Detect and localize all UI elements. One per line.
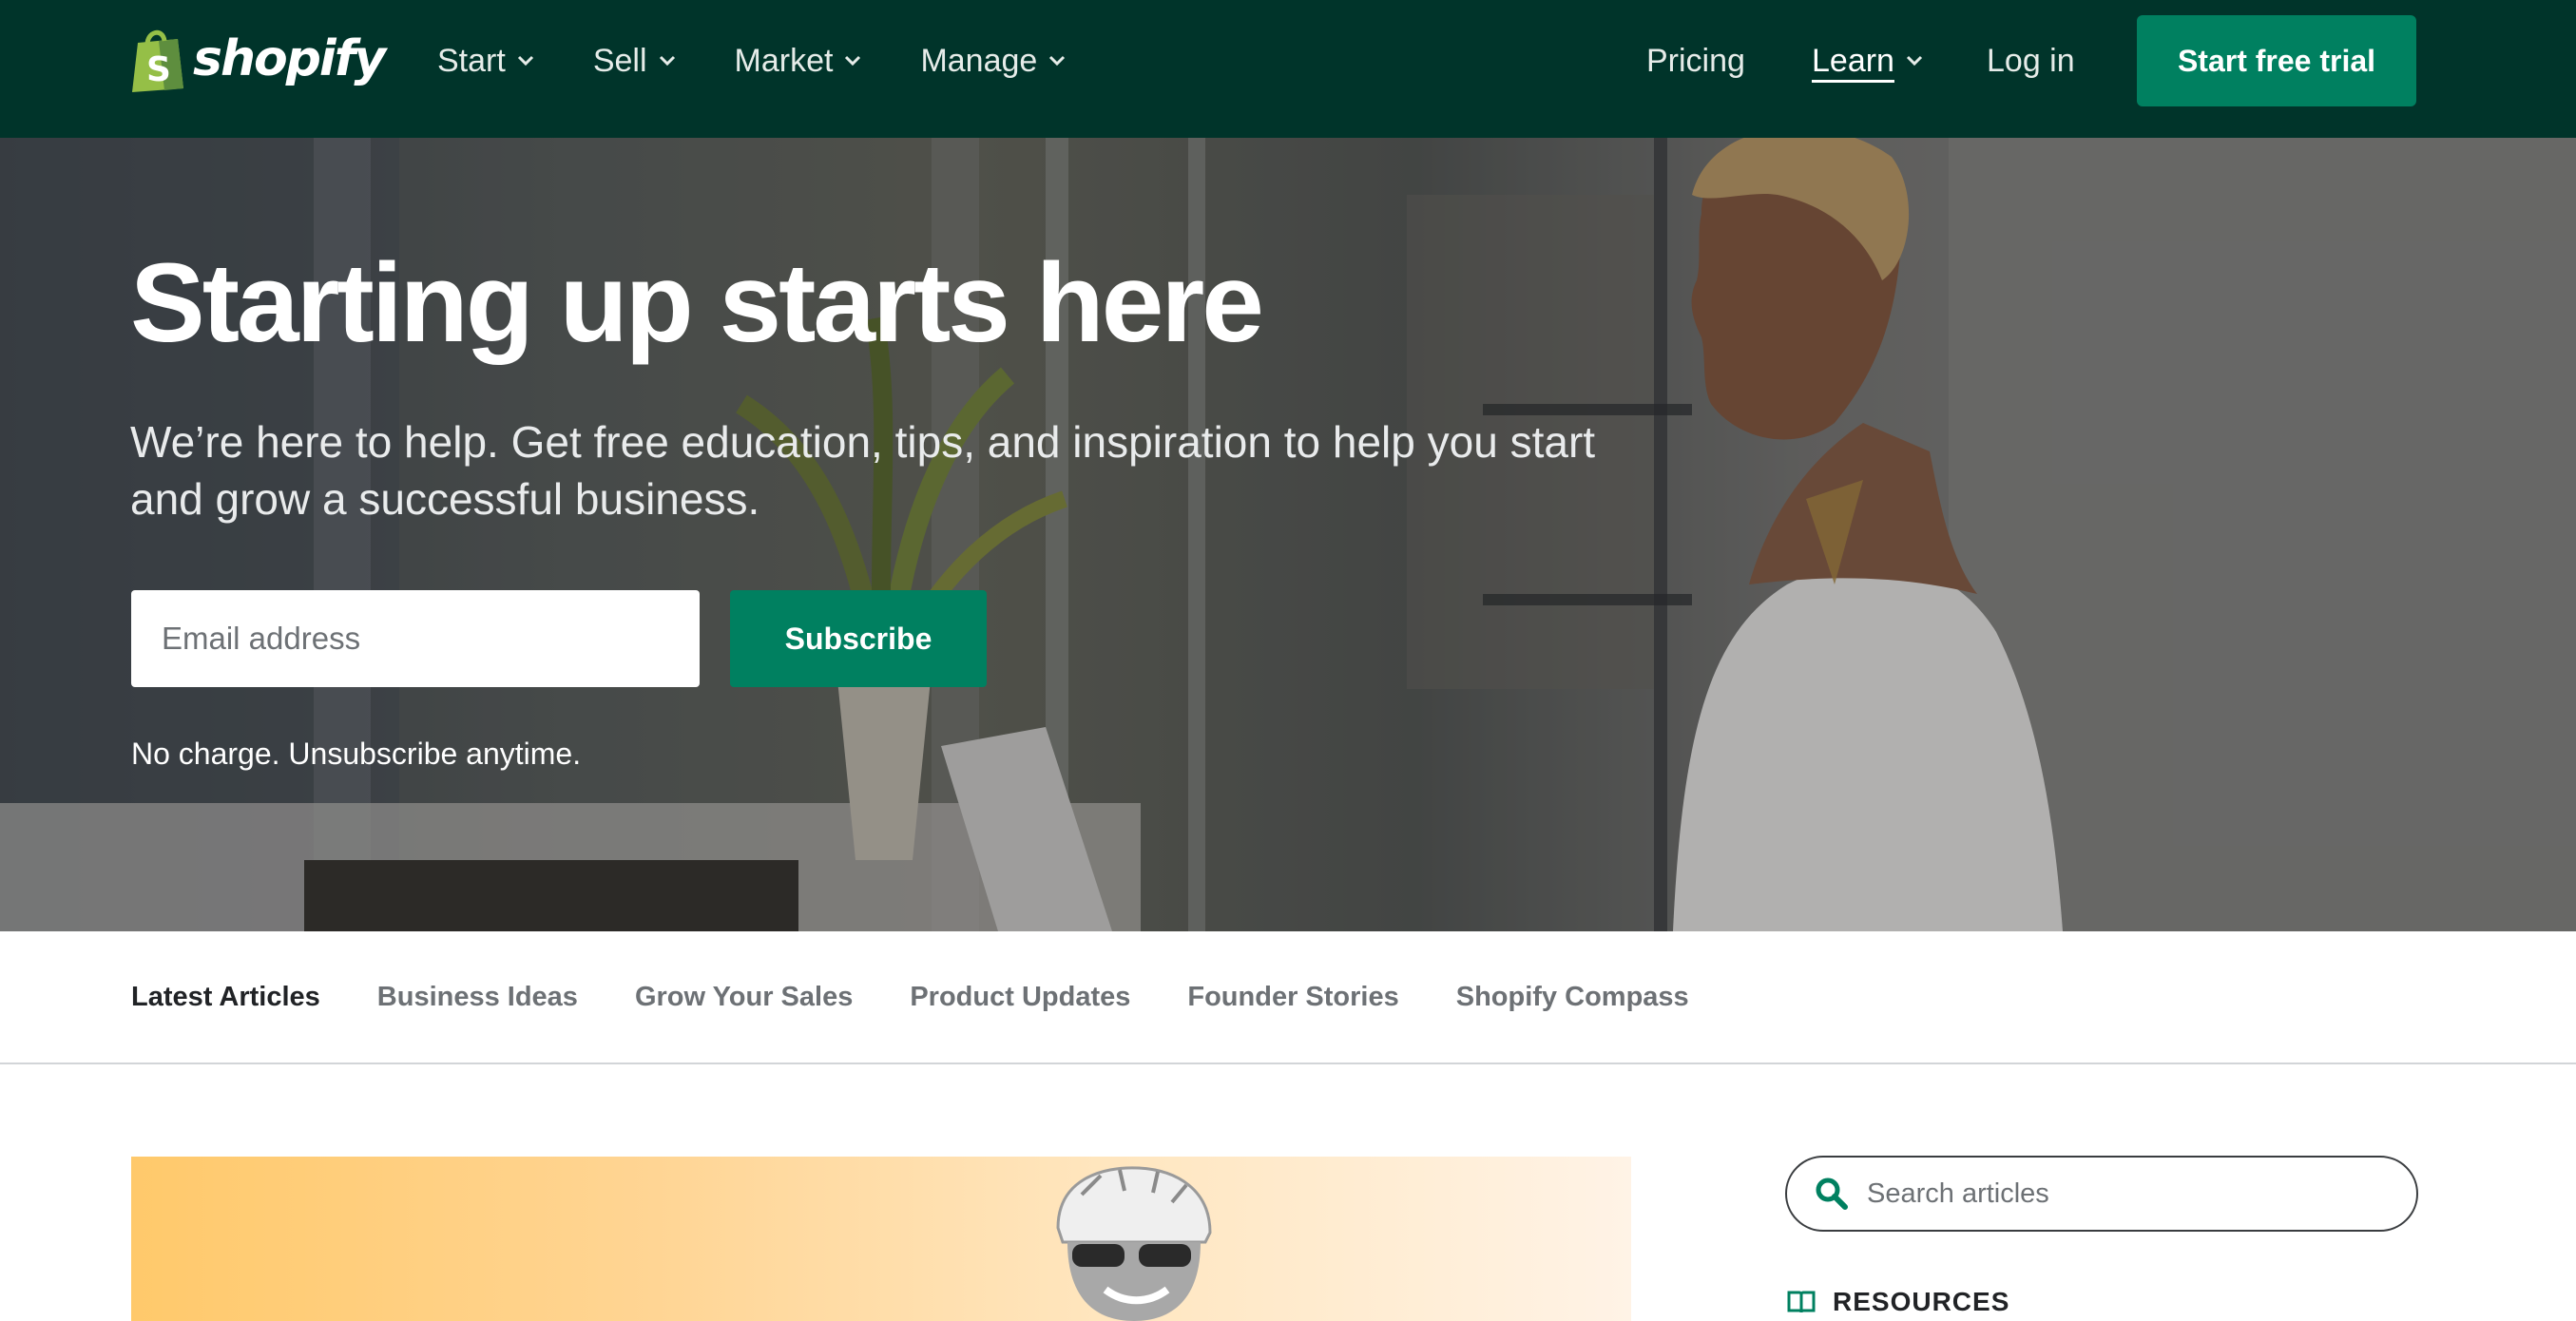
chevron-down-icon [659,55,675,67]
tab-shopify-compass[interactable]: Shopify Compass [1456,982,1689,1013]
tab-product-updates[interactable]: Product Updates [910,982,1130,1013]
chevron-down-icon [1049,55,1066,67]
chevron-down-icon [517,55,533,67]
nav-item-label: Start [437,42,506,79]
logo-letter: S [146,50,171,89]
resources-label: RESOURCES [1833,1287,2010,1316]
search-icon [1816,1177,1848,1210]
nav-item-market[interactable]: Market [735,43,862,80]
nav-item-label: Market [734,42,834,79]
shopify-logo[interactable]: S shopify [130,25,386,93]
start-free-trial-button[interactable]: Start free trial [2137,15,2416,106]
tab-business-ideas[interactable]: Business Ideas [377,982,578,1013]
chevron-down-icon [845,55,861,67]
hero-banner: Starting up starts here We’re here to he… [0,138,2576,931]
chevron-down-icon [1906,55,1923,67]
subscribe-button[interactable]: Subscribe [730,590,987,687]
learn-menu[interactable]: Learn [1812,43,1923,80]
pricing-link[interactable]: Pricing [1646,43,1745,80]
search-input[interactable] [1865,1177,2363,1211]
tab-founder-stories[interactable]: Founder Stories [1187,982,1398,1013]
cyclist-portrait [1056,1166,1212,1321]
book-icon [1787,1291,1816,1313]
shopping-bag-icon: S [132,29,183,92]
primary-menu: Start Sell Market Manage [437,34,1125,87]
learn-label: Learn [1812,42,1894,79]
logo-wordmark: shopify [193,30,386,87]
top-navigation: S shopify Start Sell Market Manage Prici… [0,0,2576,138]
featured-article-image[interactable] [131,1157,1631,1321]
nav-item-label: Manage [920,42,1038,79]
tab-grow-your-sales[interactable]: Grow Your Sales [635,982,853,1013]
article-search[interactable] [1785,1156,2418,1232]
resources-heading: RESOURCES [1787,1287,2009,1317]
nav-item-label: Sell [592,42,647,79]
login-link[interactable]: Log in [1987,43,2075,80]
tab-latest-articles[interactable]: Latest Articles [131,982,320,1013]
subscribe-note: No charge. Unsubscribe anytime. [131,737,582,771]
nav-item-start[interactable]: Start [437,43,534,80]
nav-item-sell[interactable]: Sell [593,43,676,80]
category-tabs: Latest Articles Business Ideas Grow Your… [0,931,2576,1064]
hero-title: Starting up starts here [130,240,1264,366]
nav-item-manage[interactable]: Manage [920,43,1066,80]
hero-subtitle: We’re here to help. Get free education, … [130,417,1596,524]
email-field[interactable] [131,590,700,687]
